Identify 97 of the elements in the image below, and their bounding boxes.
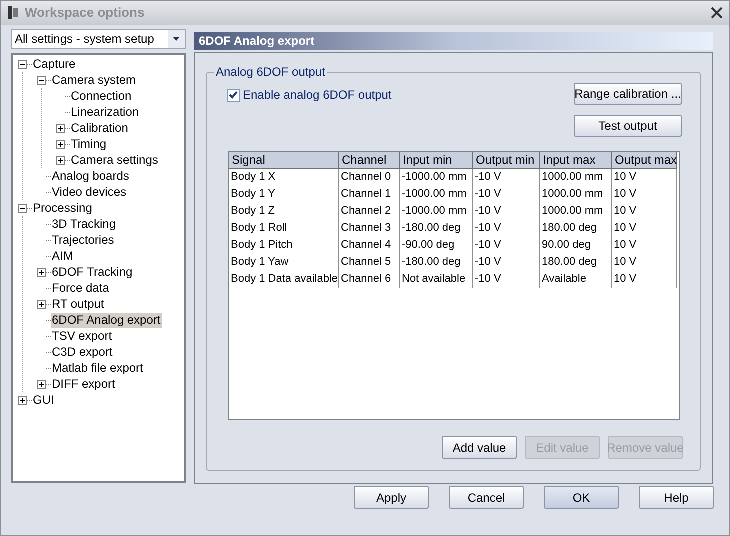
collapse-icon[interactable] <box>18 204 27 212</box>
tree-item[interactable]: TSV export <box>51 328 114 344</box>
tree-item[interactable]: 3D Tracking <box>51 216 118 232</box>
window-title: Workspace options <box>25 4 145 22</box>
table-cell: Available <box>540 271 612 288</box>
tree-item[interactable]: Force data <box>51 280 110 296</box>
table-cell: 10 V <box>612 271 677 288</box>
tree-item[interactable]: GUI <box>32 392 56 408</box>
table-cell: Body 1 Data available <box>229 271 339 288</box>
dropdown-arrow-icon <box>173 37 180 41</box>
tree-item[interactable]: Matlab file export <box>51 360 144 376</box>
collapse-icon[interactable] <box>18 60 27 68</box>
tree-item[interactable]: Camera system <box>51 72 138 88</box>
table-cell: Channel 2 <box>339 203 400 220</box>
table-cell: -180.00 deg <box>400 254 473 271</box>
column-header[interactable]: Input min <box>400 152 473 169</box>
tree-item[interactable]: 6DOF Tracking <box>51 264 134 280</box>
table-cell: -1000.00 mm <box>400 186 473 203</box>
table-cell: -10 V <box>473 237 540 254</box>
tree-item[interactable]: Trajectories <box>51 232 116 248</box>
table-cell: 180.00 deg <box>540 220 612 237</box>
table-cell: 1000.00 mm <box>540 203 612 220</box>
tree-item[interactable]: Analog boards <box>51 168 130 184</box>
enable-checkbox[interactable]: Enable analog 6DOF output <box>227 87 392 103</box>
table-cell: Channel 5 <box>339 254 400 271</box>
tree-item[interactable]: Linearization <box>70 104 140 120</box>
expand-icon[interactable] <box>37 300 46 308</box>
table-cell: Body 1 Yaw <box>229 254 339 271</box>
tree-item[interactable]: Calibration <box>70 120 130 136</box>
tree-item[interactable]: Video devices <box>51 184 128 200</box>
table-cell: 1000.00 mm <box>540 186 612 203</box>
expand-icon[interactable] <box>56 124 65 132</box>
table-cell: Channel 3 <box>339 220 400 237</box>
table-cell: 10 V <box>612 169 677 186</box>
action-button[interactable]: Range calibration ... <box>574 83 682 105</box>
dialog-button[interactable]: Help <box>639 486 714 509</box>
action-button[interactable]: Add value <box>442 436 517 459</box>
table-cell: Body 1 Y <box>229 186 339 203</box>
dialog-button[interactable]: Apply <box>354 486 429 509</box>
dialog-button[interactable]: Cancel <box>449 486 524 509</box>
tree-item[interactable]: Processing <box>32 200 94 216</box>
table-cell: Body 1 Z <box>229 203 339 220</box>
table-cell: -90.00 deg <box>400 237 473 254</box>
checkmark-icon <box>229 91 238 99</box>
tree-item[interactable]: DIFF export <box>51 376 116 392</box>
column-header[interactable]: Channel <box>339 152 400 169</box>
table-cell: 10 V <box>612 203 677 220</box>
table-cell: -180.00 deg <box>400 220 473 237</box>
dialog-button[interactable]: OK <box>544 486 619 509</box>
group-title: Analog 6DOF output <box>214 65 328 79</box>
table-cell: -10 V <box>473 186 540 203</box>
column-header[interactable]: Input max <box>540 152 612 169</box>
expand-icon[interactable] <box>56 140 65 148</box>
table-cell: Channel 0 <box>339 169 400 186</box>
close-icon[interactable] <box>711 7 723 19</box>
table-cell: 10 V <box>612 220 677 237</box>
page-title: 6DOF Analog export <box>199 33 315 50</box>
tree-item[interactable]: Capture <box>32 56 77 72</box>
table-cell: Channel 6 <box>339 271 400 288</box>
table-cell: 90.00 deg <box>540 237 612 254</box>
tree-item[interactable]: C3D export <box>51 344 114 360</box>
expand-icon[interactable] <box>37 380 46 388</box>
table-cell: -10 V <box>473 220 540 237</box>
table-cell: -1000.00 mm <box>400 169 473 186</box>
checkbox[interactable] <box>227 88 240 102</box>
expand-icon[interactable] <box>56 156 65 164</box>
table-cell: 10 V <box>612 254 677 271</box>
expand-icon[interactable] <box>37 268 46 276</box>
table-cell: Body 1 Pitch <box>229 237 339 254</box>
table-cell: -10 V <box>473 271 540 288</box>
tree-item[interactable]: 6DOF Analog export <box>51 312 162 328</box>
table-cell: Channel 4 <box>339 237 400 254</box>
table-cell: 1000.00 mm <box>540 169 612 186</box>
table-cell: -10 V <box>473 203 540 220</box>
action-button[interactable]: Test output <box>574 115 682 137</box>
app-icon <box>7 5 19 21</box>
table-cell: Body 1 X <box>229 169 339 186</box>
settings-dropdown[interactable]: All settings - system setup <box>11 29 186 49</box>
column-header[interactable]: Output max <box>612 152 677 169</box>
expand-icon[interactable] <box>18 396 27 404</box>
table-cell: -10 V <box>473 169 540 186</box>
collapse-icon[interactable] <box>37 76 46 84</box>
column-header[interactable]: Signal <box>229 152 339 169</box>
tree-item[interactable]: AIM <box>51 248 74 264</box>
table-cell: Channel 1 <box>339 186 400 203</box>
table-cell: 10 V <box>612 237 677 254</box>
tree-item[interactable]: Camera settings <box>70 152 160 168</box>
table-cell: -1000.00 mm <box>400 203 473 220</box>
table-cell: Not available <box>400 271 473 288</box>
tree-item[interactable]: RT output <box>51 296 106 312</box>
tree-item[interactable]: Connection <box>70 88 133 104</box>
table-cell: 180.00 deg <box>540 254 612 271</box>
table-cell: -10 V <box>473 254 540 271</box>
column-header[interactable]: Output min <box>473 152 540 169</box>
tree-item[interactable]: Timing <box>70 136 108 152</box>
table-cell: 10 V <box>612 186 677 203</box>
table-cell: Body 1 Roll <box>229 220 339 237</box>
